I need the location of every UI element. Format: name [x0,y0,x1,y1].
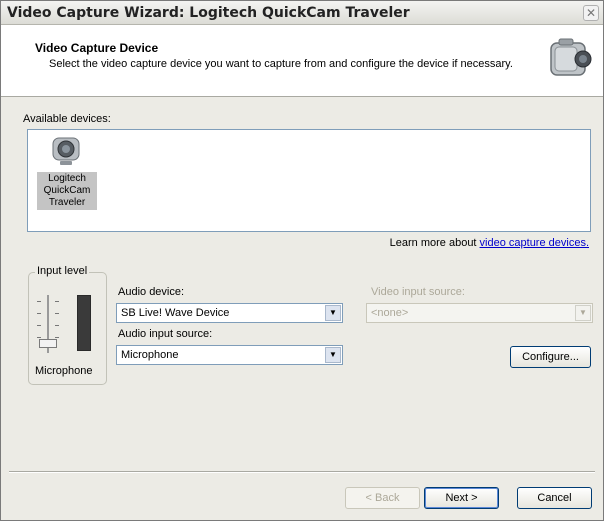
slider-tick [55,313,59,314]
slider-tick [37,325,41,326]
chevron-down-icon: ▼ [575,305,591,321]
webcam-icon [52,137,80,165]
video-input-source-label: Video input source: [371,286,465,298]
slider-tick [55,325,59,326]
input-level-meter [77,295,91,351]
video-camera-icon [550,38,592,76]
cancel-button[interactable]: Cancel [517,487,592,509]
chevron-down-icon[interactable]: ▼ [325,347,341,363]
audio-input-source-label: Audio input source: [118,328,213,340]
audio-input-source-select[interactable]: Microphone ▼ [116,345,343,365]
devices-list[interactable]: Logitech QuickCam Traveler [27,129,591,232]
title-bar[interactable]: Video Capture Wizard: Logitech QuickCam … [1,1,603,25]
video-input-source-select[interactable]: <none> ▼ [366,303,593,323]
input-level-caption: Microphone [35,365,93,377]
chevron-down-icon[interactable]: ▼ [325,305,341,321]
slider-tick [37,301,41,302]
input-level-group: Input level Microphone [28,265,107,385]
device-label: Logitech QuickCam Traveler [37,172,97,210]
audio-device-select[interactable]: SB Live! Wave Device ▼ [116,303,343,323]
audio-input-source-value: Microphone [121,349,179,361]
footer-divider [9,471,595,473]
slider-tick [55,301,59,302]
slider-thumb[interactable] [39,339,57,348]
wizard-header: Video Capture Device Select the video ca… [1,25,603,97]
back-button[interactable]: < Back [345,487,420,509]
slider-tick [37,337,41,338]
meter-fill [78,296,90,350]
page-title: Video Capture Device [35,41,159,55]
page-description: Select the video capture device you want… [49,58,513,70]
learn-more-text: Learn more about video capture devices. [390,237,589,249]
video-input-source-value: <none> [371,307,409,319]
window-title: Video Capture Wizard: Logitech QuickCam … [7,5,410,21]
available-devices-label: Available devices: [23,113,111,125]
slider-tick [55,337,59,338]
slider-tick [37,313,41,314]
configure-button[interactable]: Configure... [510,346,591,368]
learn-more-prefix: Learn more about [389,237,480,249]
audio-device-label: Audio device: [118,286,185,298]
close-icon[interactable]: ✕ [583,5,599,21]
video-capture-devices-link[interactable]: video capture devices. [480,237,589,249]
audio-device-value: SB Live! Wave Device [121,307,230,319]
input-level-label: Input level [35,265,90,277]
wizard-window: Video Capture Wizard: Logitech QuickCam … [0,0,604,521]
next-button[interactable]: Next > [424,487,499,509]
device-item-quickcam-traveler[interactable]: Logitech QuickCam Traveler [32,134,102,210]
input-level-slider[interactable] [35,295,63,355]
